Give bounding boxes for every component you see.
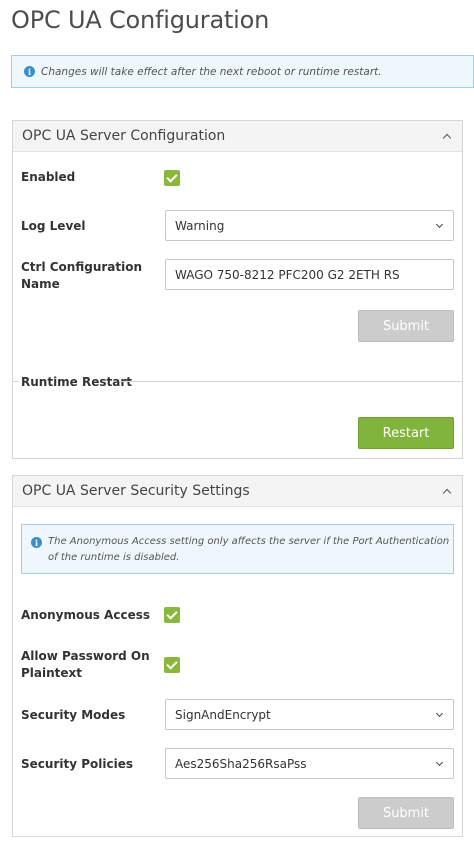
- server-config-submit-button[interactable]: Submit: [358, 310, 454, 342]
- chevron-up-icon[interactable]: [442, 133, 452, 142]
- restart-divider-right: [119, 381, 462, 382]
- chevron-down-icon: [435, 220, 444, 228]
- log-level-label: Log Level: [21, 219, 86, 233]
- notice-text: Changes will take effect after the next …: [41, 65, 382, 78]
- info-icon: i: [31, 537, 42, 548]
- security-policies-value: Aes256Sha256RsaPss: [175, 756, 307, 771]
- anonymous-access-label: Anonymous Access: [21, 608, 150, 622]
- security-policies-select[interactable]: Aes256Sha256RsaPss: [165, 748, 454, 779]
- security-submit-button[interactable]: Submit: [358, 797, 454, 829]
- checkmark-icon: [166, 657, 178, 670]
- info-icon: i: [24, 66, 35, 77]
- allow-password-label: Allow Password On Plaintext: [21, 648, 150, 682]
- notice-box: i Changes will take effect after the nex…: [11, 55, 474, 88]
- log-level-select[interactable]: Warning: [165, 210, 454, 241]
- ctrl-name-label: Ctrl Configuration Name: [21, 259, 142, 293]
- security-title: OPC UA Server Security Settings: [22, 483, 250, 499]
- ctrl-name-label-line1: Ctrl Configuration: [21, 260, 143, 274]
- anonymous-access-checkbox[interactable]: [164, 607, 180, 623]
- security-modes-label: Security Modes: [21, 708, 126, 722]
- ctrl-name-value: WAGO 750-8212 PFC200 G2 2ETH RS: [175, 267, 400, 282]
- security-modes-select[interactable]: SignAndEncrypt: [165, 699, 454, 730]
- anonymous-info-text: The Anonymous Access setting only affect…: [48, 534, 449, 566]
- runtime-restart-label: Runtime Restart: [21, 375, 133, 389]
- anonymous-info-line2: of the runtime is disabled.: [48, 552, 180, 563]
- restart-divider-left: [12, 381, 19, 382]
- enabled-label: Enabled: [21, 170, 76, 184]
- ctrl-name-input[interactable]: WAGO 750-8212 PFC200 G2 2ETH RS: [165, 259, 454, 290]
- checkmark-icon: [166, 607, 178, 620]
- allow-password-checkbox[interactable]: [164, 657, 180, 673]
- allow-password-label-line1: Allow Password On: [21, 649, 150, 663]
- anonymous-info-line1: The Anonymous Access setting only affect…: [48, 536, 450, 547]
- allow-password-label-line2: Plaintext: [21, 666, 83, 680]
- ctrl-name-label-line2: Name: [21, 277, 60, 291]
- security-header[interactable]: OPC UA Server Security Settings: [13, 476, 462, 507]
- chevron-up-icon[interactable]: [442, 488, 452, 497]
- log-level-value: Warning: [175, 218, 225, 233]
- server-config-title: OPC UA Server Configuration: [22, 128, 226, 144]
- restart-button[interactable]: Restart: [358, 417, 454, 449]
- security-policies-label: Security Policies: [21, 757, 133, 771]
- checkmark-icon: [166, 170, 178, 183]
- page-title: OPC UA Configuration: [11, 6, 270, 34]
- enabled-checkbox[interactable]: [164, 170, 180, 186]
- server-config-header[interactable]: OPC UA Server Configuration: [13, 121, 462, 152]
- security-modes-value: SignAndEncrypt: [175, 707, 271, 722]
- anonymous-info-box: i The Anonymous Access setting only affe…: [21, 524, 454, 574]
- chevron-down-icon: [435, 709, 444, 717]
- chevron-down-icon: [435, 758, 444, 766]
